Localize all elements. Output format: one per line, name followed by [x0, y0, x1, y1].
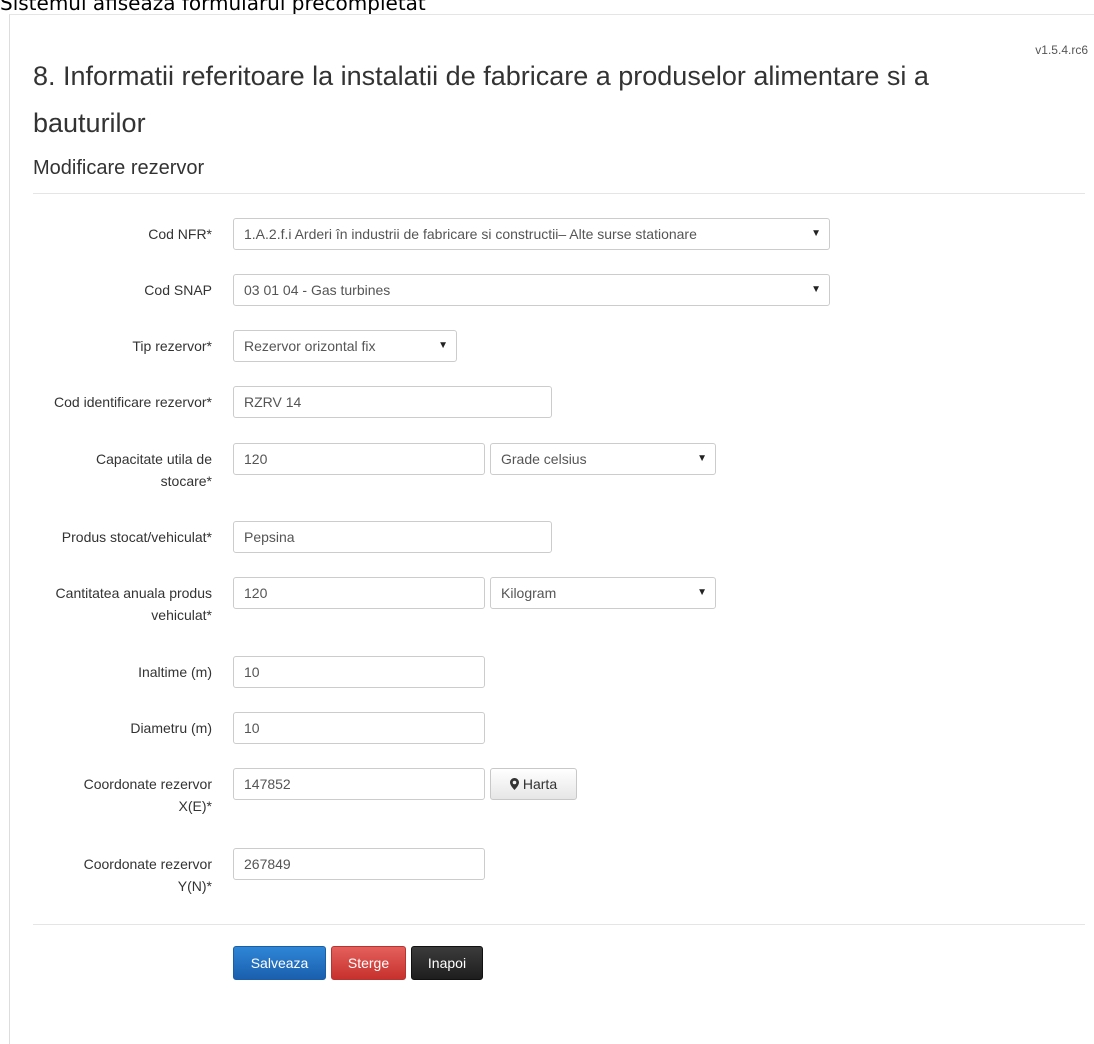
produs-label-wrap: Produs stocat/vehiculat* — [10, 527, 212, 547]
diametru-label-wrap: Diametru (m) — [10, 718, 212, 738]
tip-rezervor-label-wrap: Tip rezervor* — [10, 336, 212, 356]
diametru-label: Diametru (m) — [130, 720, 212, 736]
cod-snap-label-wrap: Cod SNAP — [10, 280, 212, 300]
cantitate-label-wrap: Cantitatea anuala produs vehiculat* — [10, 583, 212, 623]
cod-snap-value: 03 01 04 - Gas turbines — [244, 282, 391, 298]
cod-identificare-label: Cod identificare rezervor* — [54, 394, 212, 410]
capacitate-label-wrap: Capacitate utila de stocare* — [10, 449, 212, 489]
caret-down-icon: ▼ — [438, 340, 448, 351]
coord-x-input[interactable] — [233, 768, 485, 800]
inaltime-input[interactable] — [233, 656, 485, 688]
cod-nfr-select[interactable]: 1.A.2.f.i Arderi în industrii de fabrica… — [233, 218, 830, 250]
map-marker-icon — [509, 770, 519, 800]
section-title: Modificare rezervor — [33, 157, 205, 179]
caption-text: Sistemul afiseaza formularul precompleta… — [0, 0, 426, 15]
tip-rezervor-value: Rezervor orizontal fix — [244, 338, 376, 354]
cantitate-label-line2: vehiculat* — [151, 607, 212, 623]
caret-down-icon: ▼ — [811, 284, 821, 295]
caret-down-icon: ▼ — [811, 228, 821, 239]
delete-button[interactable]: Sterge — [331, 946, 406, 980]
cod-snap-label: Cod SNAP — [144, 282, 212, 298]
page-title: 8. Informatii referitoare la instalatii … — [33, 61, 929, 138]
cod-nfr-value: 1.A.2.f.i Arderi în industrii de fabrica… — [244, 226, 697, 242]
tip-rezervor-select[interactable]: Rezervor orizontal fix ▼ — [233, 330, 457, 362]
version-label: v1.5.4.rc6 — [1035, 43, 1088, 57]
cod-nfr-label: Cod NFR* — [148, 226, 212, 242]
capacitate-label-line2: stocare* — [160, 473, 212, 489]
coord-x-label-line2: X(E)* — [178, 798, 212, 814]
cod-snap-select[interactable]: 03 01 04 - Gas turbines ▼ — [233, 274, 830, 306]
inaltime-label: Inaltime (m) — [138, 664, 212, 680]
capacitate-input[interactable] — [233, 443, 485, 475]
form-divider — [33, 924, 1085, 925]
cantitate-unit-value: Kilogram — [501, 585, 557, 601]
cantitate-input[interactable] — [233, 577, 485, 609]
tip-rezervor-label: Tip rezervor* — [132, 338, 212, 354]
coord-y-label-line2: Y(N)* — [177, 878, 212, 894]
cantitate-unit-select[interactable]: Kilogram ▼ — [490, 577, 716, 609]
produs-input[interactable] — [233, 521, 552, 553]
caret-down-icon: ▼ — [697, 587, 707, 598]
section-divider — [33, 193, 1085, 194]
coord-y-input[interactable] — [233, 848, 485, 880]
cantitate-label-line1: Cantitatea anuala produs — [55, 585, 212, 601]
caret-down-icon: ▼ — [697, 453, 707, 464]
coord-x-label-wrap: Coordonate rezervor X(E)* — [10, 774, 212, 814]
capacitate-unit-select[interactable]: Grade celsius ▼ — [490, 443, 716, 475]
map-button-label: Harta — [522, 776, 558, 792]
inaltime-label-wrap: Inaltime (m) — [10, 662, 212, 682]
cod-identificare-input[interactable] — [233, 386, 552, 418]
map-button[interactable]: Harta — [490, 768, 577, 800]
capacitate-unit-value: Grade celsius — [501, 451, 587, 467]
diametru-input[interactable] — [233, 712, 485, 744]
cod-identificare-label-wrap: Cod identificare rezervor* — [10, 392, 212, 412]
produs-label: Produs stocat/vehiculat* — [61, 529, 212, 545]
back-button[interactable]: Inapoi — [411, 946, 483, 980]
save-button[interactable]: Salveaza — [233, 946, 326, 980]
cod-nfr-label-wrap: Cod NFR* — [10, 224, 212, 244]
coord-y-label-line1: Coordonate rezervor — [83, 856, 212, 872]
capacitate-label-line1: Capacitate utila de — [96, 451, 212, 467]
coord-x-label-line1: Coordonate rezervor — [83, 776, 212, 792]
coord-y-label-wrap: Coordonate rezervor Y(N)* — [10, 854, 212, 894]
